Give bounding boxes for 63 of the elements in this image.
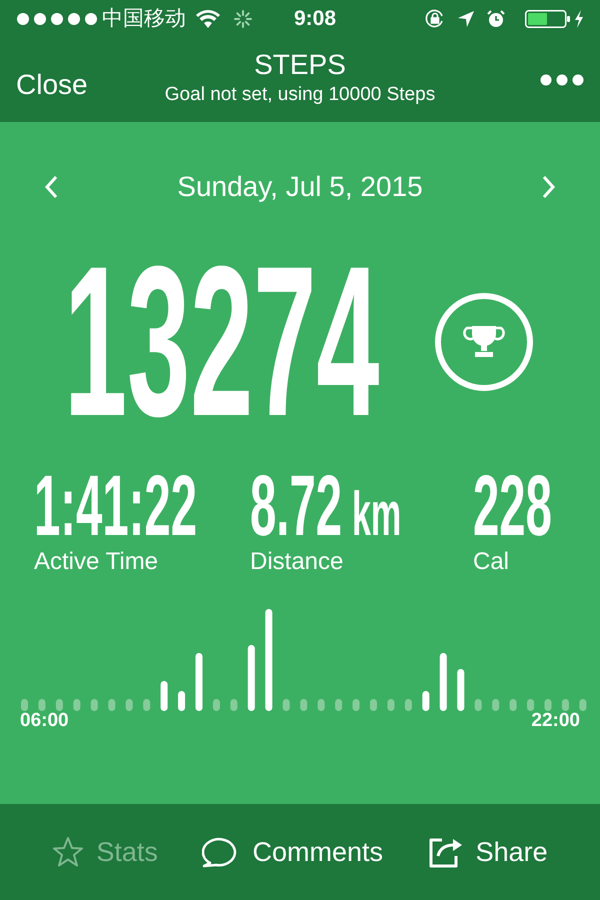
activity-bar xyxy=(562,699,569,711)
activity-bar xyxy=(404,699,412,711)
activity-bar xyxy=(230,699,238,711)
activity-bar xyxy=(248,645,255,711)
next-day-button[interactable] xyxy=(542,175,556,199)
activity-bar xyxy=(21,699,28,711)
stat-value: 228 xyxy=(473,463,552,549)
date-label: Sunday, Jul 5, 2015 xyxy=(176,170,424,204)
activity-bar xyxy=(422,691,430,711)
activity-bar xyxy=(90,699,98,711)
activity-bar xyxy=(56,699,63,711)
carrier-name: 中国移动 xyxy=(102,6,186,32)
stat-label: Cal xyxy=(473,547,510,577)
activity-bar xyxy=(510,699,517,711)
toolbar-button[interactable]: Share xyxy=(428,832,548,872)
trophy-badge-icon xyxy=(434,292,534,392)
activity-bar xyxy=(38,699,46,711)
activity-bar xyxy=(143,699,150,711)
location-arrow-icon xyxy=(457,10,475,28)
activity-bar xyxy=(178,691,186,711)
activity-bar xyxy=(300,699,308,711)
charging-bolt-icon xyxy=(574,10,584,28)
activity-bar xyxy=(212,699,220,711)
clock-time: 9:08 xyxy=(294,6,336,32)
alarm-clock-icon xyxy=(487,10,505,28)
activity-bar xyxy=(73,699,80,711)
activity-bar xyxy=(335,699,342,711)
toolbar-button[interactable]: Comments xyxy=(202,832,383,872)
step-count: 13274 xyxy=(64,235,380,449)
stat-unit: km xyxy=(352,480,402,549)
activity-bar xyxy=(160,681,168,711)
close-button[interactable]: Close xyxy=(16,64,126,106)
activity-bar xyxy=(440,653,447,711)
activity-bar xyxy=(282,699,290,711)
spinner-icon xyxy=(234,10,252,28)
stat-label: Active Time xyxy=(34,547,160,577)
activity-bar xyxy=(527,699,534,711)
rotation-lock-icon xyxy=(425,9,445,29)
activity-bar xyxy=(579,699,586,711)
activity-bar xyxy=(318,699,325,711)
previous-day-button[interactable] xyxy=(44,175,58,199)
activity-bar xyxy=(544,699,552,711)
star-icon xyxy=(52,836,84,868)
axis-end-label: 22:00 xyxy=(531,709,580,733)
activity-bar xyxy=(126,699,133,711)
battery-icon xyxy=(525,10,571,28)
stat-value: 1:41:22 xyxy=(34,463,198,549)
signal-dots-icon xyxy=(16,12,98,26)
axis-start-label: 06:00 xyxy=(20,709,69,733)
share-icon xyxy=(428,836,464,868)
activity-bar xyxy=(352,699,360,711)
activity-bar xyxy=(196,653,202,711)
activity-bar xyxy=(108,699,116,711)
activity-bar xyxy=(370,699,377,711)
wifi-icon xyxy=(196,10,220,28)
goal-subtitle: Goal not set, using 10000 Steps xyxy=(164,83,436,107)
more-icon xyxy=(540,74,584,86)
screen-title: STEPS xyxy=(254,48,346,82)
activity-bar xyxy=(387,699,394,711)
stat-label: Distance xyxy=(250,547,344,577)
activity-bar xyxy=(457,669,464,711)
activity-bar xyxy=(474,699,482,711)
activity-bar xyxy=(492,699,500,711)
